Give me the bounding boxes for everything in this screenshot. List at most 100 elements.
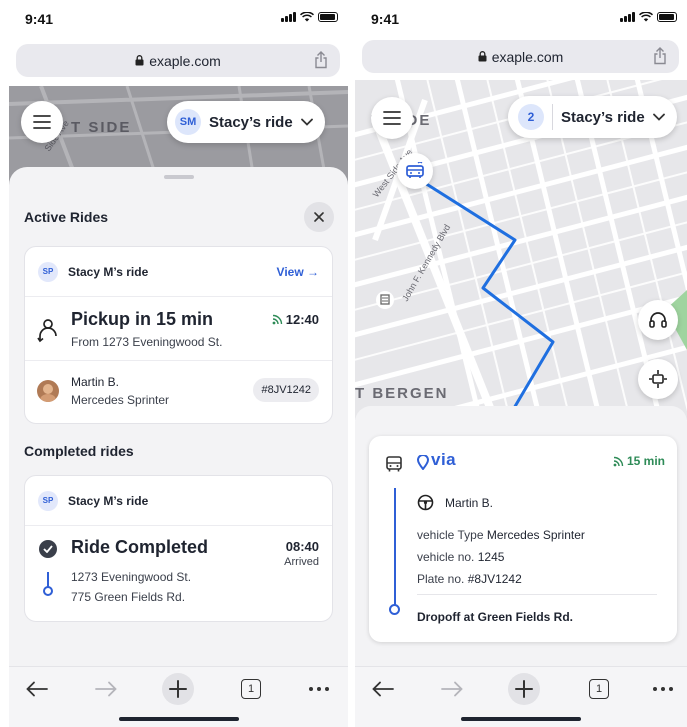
tab-count: 1: [589, 679, 609, 699]
close-icon: [314, 212, 324, 222]
trip-card[interactable]: via 15 min Martin B. vehicle Type Merced…: [369, 436, 677, 642]
status-time: 9:41: [371, 11, 400, 27]
arrived-label: Arrived: [284, 556, 319, 568]
battery-icon: [657, 12, 677, 22]
menu-button[interactable]: [21, 101, 63, 143]
signal-icon: [620, 12, 635, 22]
plate-badge: #8JV1242: [253, 378, 319, 402]
trip-driver-name: Martin B.: [445, 496, 494, 510]
trip-sheet: via 15 min Martin B. vehicle Type Merced…: [355, 406, 687, 666]
active-rides-heading: Active Rides: [24, 209, 109, 225]
provider-brand: via: [431, 450, 457, 469]
vehicle-type-label: vehicle Type: [417, 528, 484, 542]
pickup-person-icon: [37, 319, 57, 343]
ride-selector-title: Stacy’s ride: [209, 113, 293, 131]
route-end-dot: [43, 586, 53, 596]
ride-selector[interactable]: SM Stacy’s ride: [167, 101, 325, 143]
back-arrow-icon: [26, 681, 48, 697]
headset-icon: [649, 312, 667, 328]
completed-rides-heading: Completed rides: [24, 443, 134, 459]
chevron-down-icon: [300, 118, 313, 126]
menu-button[interactable]: [371, 97, 413, 139]
url-text: exaple.com: [491, 48, 564, 65]
share-icon[interactable]: [653, 47, 667, 65]
url-text: exaple.com: [149, 52, 221, 69]
back-arrow-icon: [372, 681, 394, 697]
back-button[interactable]: [367, 673, 399, 705]
view-link[interactable]: View →: [277, 265, 319, 279]
new-tab-button[interactable]: [162, 673, 194, 705]
support-button[interactable]: [638, 300, 678, 340]
ride-badge: SP: [38, 261, 58, 282]
vehicle-locate-icon: [649, 370, 667, 388]
tabs-button[interactable]: 1: [235, 673, 267, 705]
plate-no-label: Plate no.: [417, 572, 465, 586]
hamburger-icon: [33, 115, 51, 129]
completed-time: 08:40: [285, 539, 319, 554]
more-dots-icon: [309, 687, 329, 691]
live-signal-icon: [272, 314, 282, 325]
new-tab-button[interactable]: [508, 673, 540, 705]
sheet-grabber[interactable]: [163, 175, 194, 179]
address-bar[interactable]: exaple.com: [362, 40, 679, 73]
status-bar: 9:41: [355, 0, 687, 34]
pickup-eta: 12:40: [285, 312, 319, 327]
route-from: 1273 Eveningwood St.: [71, 570, 192, 584]
ride-selector[interactable]: 2 Stacy’s ride: [508, 96, 677, 138]
recenter-button[interactable]: [638, 359, 678, 399]
vehicle-model: Mercedes Sprinter: [71, 393, 170, 407]
pickup-address: From 1273 Eveningwood St.: [71, 335, 223, 349]
more-button[interactable]: [303, 673, 335, 705]
map-area-label-bottom: T BERGEN: [355, 385, 449, 402]
address-bar[interactable]: exaple.com: [16, 44, 340, 77]
route-to: 775 Green Fields Rd.: [71, 590, 186, 604]
tab-count: 1: [241, 679, 261, 699]
bus-icon: [406, 162, 424, 178]
wifi-icon: [300, 12, 314, 22]
pickup-status: Pickup in 15 min: [71, 309, 214, 329]
chevron-down-icon: [652, 113, 665, 121]
avatar: SM: [175, 109, 201, 135]
more-button[interactable]: [647, 673, 679, 705]
live-signal-icon: [613, 456, 624, 466]
vehicle-type-value: Mercedes Sprinter: [486, 528, 585, 542]
trip-route-end-dot: [389, 604, 400, 615]
map-area-label: T SIDE: [71, 119, 131, 136]
browser-toolbar: 1: [355, 666, 687, 727]
battery-icon: [318, 12, 338, 22]
forward-button[interactable]: [436, 673, 468, 705]
trip-eta: 15 min: [626, 454, 665, 468]
left-phone-screen: 9:41 exaple.com T SIDE Side Ave SM Stacy…: [9, 0, 348, 727]
tabs-button[interactable]: 1: [583, 673, 615, 705]
ride-name: Stacy M’s ride: [68, 264, 149, 279]
plus-icon: [169, 680, 187, 698]
back-button[interactable]: [21, 673, 53, 705]
via-logo-icon: [417, 455, 429, 470]
vehicle-marker[interactable]: [397, 153, 433, 189]
plate-no-value: #8JV1242: [467, 572, 522, 586]
driver-avatar: [37, 380, 59, 402]
plus-icon: [515, 680, 533, 698]
forward-button[interactable]: [90, 673, 122, 705]
ride-count-badge: 2: [518, 104, 544, 130]
lock-icon: [478, 51, 487, 62]
lock-icon: [135, 55, 144, 66]
completed-ride-card[interactable]: SP Stacy M’s ride Ride Completed 08:40 A…: [24, 475, 333, 622]
home-indicator: [461, 717, 581, 721]
more-dots-icon: [653, 687, 673, 691]
close-button[interactable]: [304, 202, 334, 232]
check-circle-icon: [39, 540, 57, 558]
signal-icon: [281, 12, 296, 22]
ride-name: Stacy M’s ride: [68, 493, 149, 508]
hamburger-icon: [383, 111, 401, 125]
browser-toolbar: 1: [9, 666, 348, 727]
trip-route-line: [394, 488, 396, 606]
share-icon[interactable]: [314, 51, 328, 69]
vehicle-no-value: 1245: [477, 550, 505, 564]
right-phone-screen: 9:41 exaple.com T BERGEN West Side Ave J…: [355, 0, 687, 727]
rides-sheet: Active Rides SP Stacy M’s ride View → Pi…: [9, 167, 348, 666]
steering-wheel-icon: [417, 494, 434, 511]
ride-badge: SP: [38, 490, 58, 511]
status-bar: 9:41: [9, 0, 348, 34]
active-ride-card[interactable]: SP Stacy M’s ride View → Pickup in 15 mi…: [24, 246, 333, 424]
